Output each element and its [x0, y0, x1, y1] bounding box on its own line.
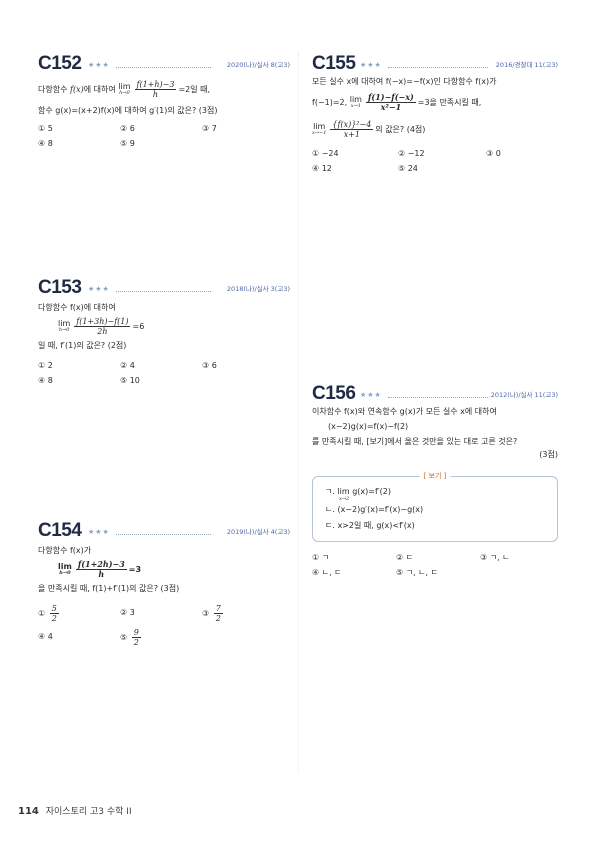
fraction: {f(x)}²−4 x+1: [330, 120, 374, 139]
book-title: 자이스토리 고3 수학 II: [45, 807, 132, 817]
choice[interactable]: ② ㄷ: [396, 552, 413, 563]
stem-text: =6: [132, 322, 145, 331]
limit-subscript: x→2: [339, 496, 350, 502]
problem-c156: C156 ★★★ 2012(나)/실사 11(고3) 이차함수 f(x)와 연속…: [312, 383, 558, 577]
dotted-leader: [116, 67, 211, 68]
equation: (x−2)g(x)=f(x)−f(2): [328, 422, 409, 431]
stem-text: 이차함수 f(x)와 연속함수 g(x)가 모든 실수 x에 대하여: [312, 407, 497, 416]
limit: lim x→1: [349, 94, 362, 109]
problem-source: 2012(나)/실사 11(고3): [490, 391, 558, 399]
choice[interactable]: ④ 12: [312, 164, 332, 173]
limit: lim h→0: [58, 561, 72, 576]
stem-text: 에 대하여: [83, 85, 116, 94]
choice[interactable]: ④ 8: [38, 139, 53, 148]
fraction: f(1+2h)−3 h: [75, 559, 127, 579]
stem-text: f(−1)=2,: [312, 98, 348, 107]
choice[interactable]: ⑤ 9: [120, 139, 135, 148]
difficulty-stars: ★★★: [88, 528, 110, 536]
choice[interactable]: ① 5: [38, 124, 53, 133]
stem-text: 다항함수: [38, 85, 68, 94]
choice[interactable]: ⑤ 24: [398, 164, 418, 173]
choice[interactable]: ④ 8: [38, 376, 53, 385]
problem-c153: C153 ★★★ 2018(나)/실사 3(고3) 다항함수 f(x)에 대하여…: [38, 278, 290, 391]
problem-number: C152: [38, 53, 82, 74]
choice[interactable]: ① −24: [312, 149, 339, 158]
choice[interactable]: ⑤ 92: [120, 628, 143, 647]
math-expr: f(x): [70, 85, 84, 94]
fraction: f(1+3h)−f(1) 2h: [74, 317, 131, 336]
choice[interactable]: ③ 6: [202, 361, 217, 370]
problem-c155: C155 ★★★ 2016/경찰대 11(고3) 모든 실수 x에 대하여 f(…: [312, 54, 558, 179]
choice[interactable]: ② 3: [120, 608, 135, 617]
fraction: f(1+h)−3 h: [134, 80, 177, 99]
choice[interactable]: ③ 0: [486, 149, 501, 158]
difficulty-stars: ★★★: [360, 61, 382, 69]
stem-text: 을 만족시킬 때, f(1)+f′(1)의 값은? (3점): [38, 584, 180, 593]
dotted-leader: [388, 67, 488, 68]
fraction: f(1)−f(−x) x²−1: [365, 92, 416, 112]
problem-source: 2016/경찰대 11(고3): [495, 61, 558, 69]
choice[interactable]: ③ ㄱ, ㄴ: [480, 552, 510, 563]
choice[interactable]: ② 4: [120, 361, 135, 370]
choice[interactable]: ① 2: [38, 361, 53, 370]
stem-text: =3: [128, 565, 142, 574]
choice[interactable]: ④ 4: [38, 632, 53, 641]
bogi-item: ㄷ. x>2일 때, g(x)<f′(x): [325, 521, 415, 530]
stem-text: 일 때, f′(1)의 값은? (2점): [38, 341, 127, 350]
choice[interactable]: ④ ㄴ, ㄷ: [312, 567, 342, 578]
problem-source: 2018(나)/실사 3(고3): [226, 285, 290, 293]
problem-number: C156: [312, 383, 356, 404]
bogi-box: [ 보기 ] ㄱ. lim g(x)=f′(2) x→2 ㄴ. (x−2)g′(…: [312, 471, 558, 542]
answer-choices: ① 2 ② 4 ③ 6 ④ 8 ⑤ 10: [38, 361, 290, 391]
problem-source: 2019(나)/실사 4(고3): [226, 528, 290, 536]
stem-text: 다항함수 f(x)가: [38, 546, 92, 555]
difficulty-stars: ★★★: [88, 61, 110, 69]
bogi-item: ㄴ. (x−2)g′(x)=f′(x)−g(x): [325, 505, 424, 514]
stem-text: 를 만족시킬 때, [보기]에서 옳은 것만을 있는 대로 고른 것은?: [312, 437, 518, 446]
column-divider: [298, 52, 299, 772]
choice[interactable]: ② 6: [120, 124, 135, 133]
points: (3점): [539, 450, 558, 459]
stem-text: 함수 g(x)=(x+2)f(x)에 대하여 g′(1)의 값은? (3점): [38, 106, 218, 115]
choice[interactable]: ⑤ 10: [120, 376, 140, 385]
stem-text: 다항함수 f(x)에 대하여: [38, 303, 116, 312]
answer-choices: ① 52 ② 3 ③ 72 ④ 4 ⑤ 92: [38, 604, 290, 654]
difficulty-stars: ★★★: [360, 391, 382, 399]
answer-choices: ① −24 ② −12 ③ 0 ④ 12 ⑤ 24: [312, 149, 558, 179]
problem-number: C155: [312, 53, 356, 74]
choice[interactable]: ① 52: [38, 604, 61, 623]
bogi-title: [ 보기 ]: [419, 471, 451, 481]
stem-text: 의 값은? (4점): [375, 125, 426, 134]
choice[interactable]: ① ㄱ: [312, 552, 329, 563]
stem-text: 모든 실수 x에 대하여 f(−x)=−f(x)인 다항함수 f(x)가: [312, 77, 497, 86]
stem-text: =2일 때,: [178, 85, 211, 94]
dotted-leader: [116, 291, 211, 292]
problem-number: C153: [38, 277, 82, 298]
dotted-leader: [116, 534, 211, 535]
bogi-item: ㄱ. lim g(x)=f′(2): [325, 487, 391, 496]
choice[interactable]: ③ 72: [202, 604, 225, 623]
limit: lim h→0: [58, 318, 71, 333]
difficulty-stars: ★★★: [88, 285, 110, 293]
limit: lim h→0: [118, 81, 131, 96]
problem-number: C154: [38, 520, 82, 541]
problem-source: 2020(나)/실사 8(고3): [226, 61, 290, 69]
problem-c154: C154 ★★★ 2019(나)/실사 4(고3) 다항함수 f(x)가 lim…: [38, 521, 290, 654]
choice[interactable]: ③ 7: [202, 124, 217, 133]
problem-c152: C152 ★★★ 2020(나)/실사 8(고3) 다항함수 f(x)에 대하여…: [38, 54, 290, 154]
dotted-leader: [388, 397, 488, 398]
choice[interactable]: ⑤ ㄱ, ㄴ, ㄷ: [396, 567, 438, 578]
answer-choices: ① 5 ② 6 ③ 7 ④ 8 ⑤ 9: [38, 124, 290, 154]
page-footer: 114 자이스토리 고3 수학 II: [18, 804, 132, 817]
choice[interactable]: ② −12: [398, 149, 425, 158]
limit: lim x→−1: [312, 121, 327, 136]
stem-text: =3을 만족시킬 때,: [417, 98, 482, 107]
page-number: 114: [18, 806, 39, 817]
answer-choices: ① ㄱ ② ㄷ ③ ㄱ, ㄴ ④ ㄴ, ㄷ ⑤ ㄱ, ㄴ, ㄷ: [312, 552, 558, 582]
